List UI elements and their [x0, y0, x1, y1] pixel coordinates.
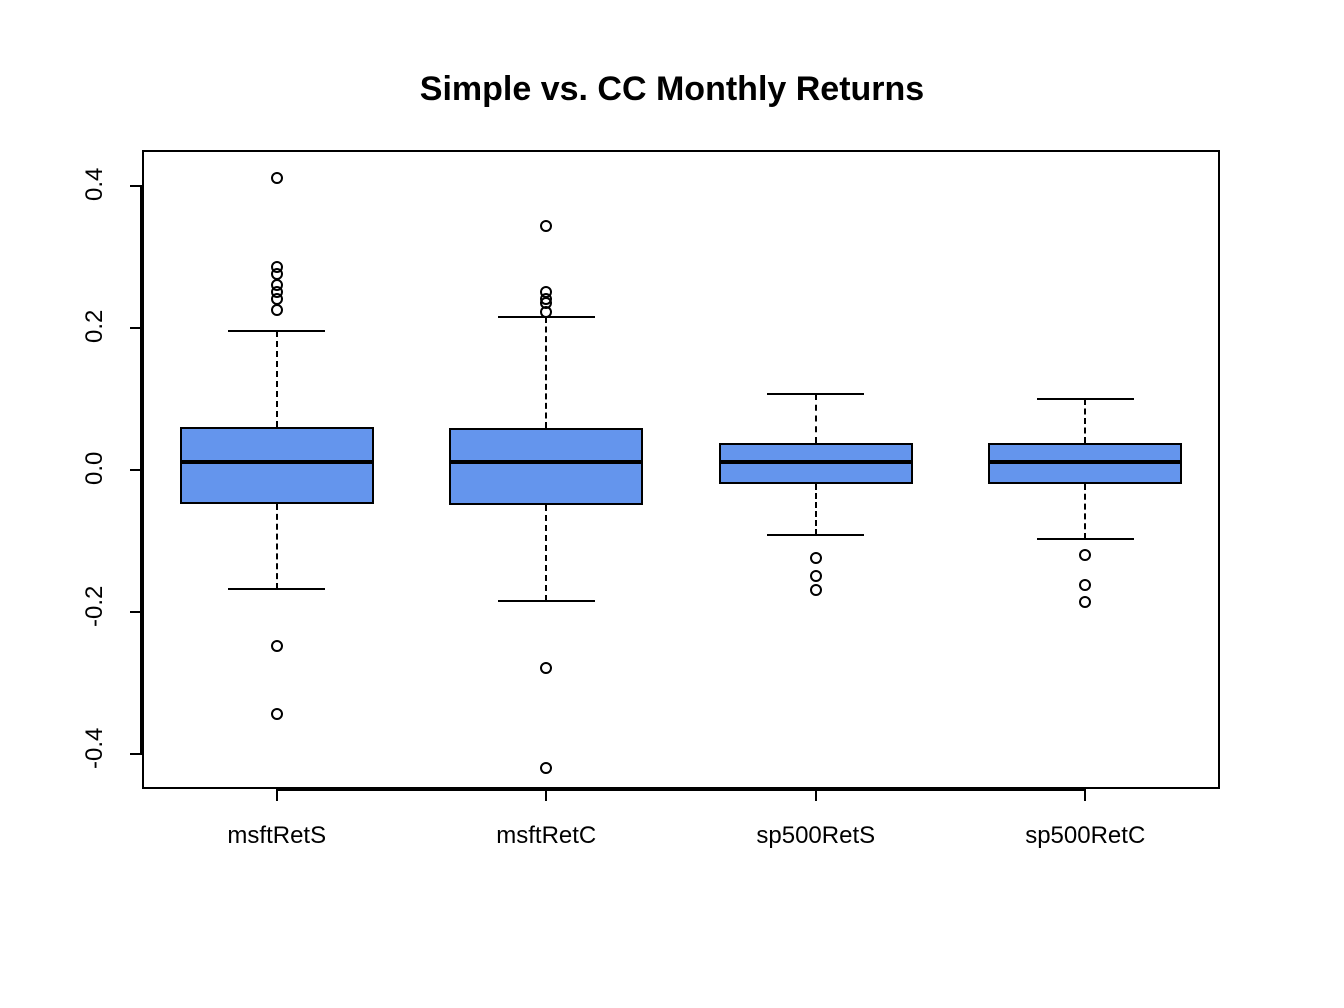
y-tick-label: 0.4: [81, 171, 109, 201]
x-tick-label: sp500RetS: [756, 822, 875, 850]
x-axis-line: [277, 789, 1086, 791]
boxplot-median: [719, 460, 913, 464]
boxplot-outlier: [1079, 579, 1091, 591]
boxplot-whisker: [545, 317, 547, 428]
boxplot-outlier: [271, 708, 283, 720]
boxplot-whisker-cap: [498, 600, 595, 602]
boxplot-outlier: [271, 304, 283, 316]
boxplot-box: [180, 427, 374, 504]
boxplot-outlier: [540, 220, 552, 232]
boxplot-outlier: [810, 584, 822, 596]
x-tick-label: sp500RetC: [1025, 822, 1145, 850]
boxplot-whisker-cap: [228, 330, 325, 332]
boxplot-whisker: [1084, 484, 1086, 539]
y-tick-label: -0.2: [81, 597, 109, 627]
boxplot-outlier: [1079, 596, 1091, 608]
boxplot-whisker: [1084, 399, 1086, 444]
x-tick-label: msftRetS: [227, 822, 326, 850]
boxplot-whisker-cap: [767, 534, 864, 536]
boxplot-outlier: [1079, 549, 1091, 561]
y-tick-label: -0.4: [81, 739, 109, 769]
boxplot-whisker: [545, 505, 547, 601]
boxplot-outlier: [810, 552, 822, 564]
boxplot-whisker: [815, 484, 817, 535]
y-tick-label: 0.2: [81, 313, 109, 343]
boxplot-outlier: [540, 762, 552, 774]
chart-title: Simple vs. CC Monthly Returns: [0, 70, 1344, 109]
boxplot-outlier: [271, 172, 283, 184]
boxplot-outlier: [810, 570, 822, 582]
boxplot-box: [449, 428, 643, 505]
boxplot-whisker: [276, 331, 278, 427]
boxplot-whisker: [276, 504, 278, 589]
boxplot-median: [180, 460, 374, 464]
boxplot-whisker-cap: [228, 588, 325, 590]
boxplot-whisker-cap: [767, 393, 864, 395]
boxplot-outlier: [540, 662, 552, 674]
boxplot-whisker: [815, 394, 817, 442]
boxplot-outlier: [540, 306, 552, 318]
boxplot-median: [988, 460, 1182, 464]
boxplot-whisker-cap: [1037, 538, 1134, 540]
y-tick-label: 0.0: [81, 455, 109, 485]
boxplot-whisker-cap: [1037, 398, 1134, 400]
boxplot-outlier: [271, 640, 283, 652]
boxplot-median: [449, 460, 643, 464]
x-tick-label: msftRetC: [496, 822, 596, 850]
boxplot-chart: Simple vs. CC Monthly Returns -0.4 -0.2 0.…: [0, 0, 1344, 1008]
